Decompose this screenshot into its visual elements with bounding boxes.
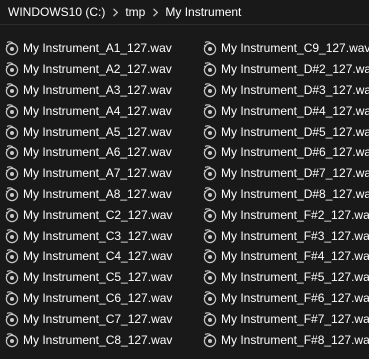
audio-file-icon [202,311,218,327]
audio-file-icon [202,82,218,98]
file-item[interactable]: My Instrument_D#2_127.wav [202,59,369,80]
breadcrumb-drive[interactable]: WINDOWS10 (C:) [4,2,109,23]
audio-file-icon [202,61,218,77]
audio-file-icon [202,248,218,264]
file-name: My Instrument_A3_127.wav [23,82,172,97]
audio-file-icon [202,228,218,244]
audio-file-icon [4,269,20,285]
audio-file-icon [4,61,20,77]
file-name: My Instrument_A1_127.wav [23,41,172,56]
file-item[interactable]: My Instrument_F#5_127.wav [202,267,369,288]
audio-file-icon [202,332,218,348]
file-item[interactable]: My Instrument_C2_127.wav [4,204,172,225]
file-name: My Instrument_D#2_127.wav [221,62,369,77]
file-name: My Instrument_C8_127.wav [23,332,173,347]
audio-file-icon [4,40,20,56]
file-item[interactable]: My Instrument_A8_127.wav [4,184,172,205]
file-item[interactable]: My Instrument_A5_127.wav [4,121,172,142]
file-item[interactable]: My Instrument_F#6_127.wav [202,288,369,309]
audio-file-icon [202,103,218,119]
file-item[interactable]: My Instrument_C7_127.wav [4,308,172,329]
file-name: My Instrument_A6_127.wav [23,145,172,160]
breadcrumb-tmp[interactable]: tmp [121,2,149,23]
file-item[interactable]: My Instrument_F#7_127.wav [202,308,369,329]
audio-file-icon [4,82,20,98]
file-item[interactable]: My Instrument_A2_127.wav [4,59,172,80]
file-item[interactable]: My Instrument_D#3_127.wav [202,80,369,101]
file-name: My Instrument_C2_127.wav [23,207,173,222]
breadcrumb-current-folder[interactable]: My Instrument [161,2,245,23]
file-item[interactable]: My Instrument_D#7_127.wav [202,163,369,184]
audio-file-icon [202,290,218,306]
file-item[interactable]: My Instrument_D#6_127.wav [202,142,369,163]
file-name: My Instrument_F#5_127.wav [221,270,369,285]
file-item[interactable]: My Instrument_F#8_127.wav [202,329,369,350]
file-item[interactable]: My Instrument_C9_127.wav [202,38,369,59]
file-name: My Instrument_A8_127.wav [23,186,172,201]
file-name: My Instrument_A4_127.wav [23,103,172,118]
file-item[interactable]: My Instrument_C3_127.wav [4,225,172,246]
file-name: My Instrument_C7_127.wav [23,311,173,326]
chevron-right-icon[interactable] [149,2,161,23]
file-name: My Instrument_D#5_127.wav [221,124,369,139]
file-name: My Instrument_F#7_127.wav [221,311,369,326]
file-name: My Instrument_D#8_127.wav [221,186,369,201]
file-column: My Instrument_C9_127.wav My Instrument_D#… [202,38,369,350]
address-bar: WINDOWS10 (C:) tmp My Instrument [0,0,369,25]
file-item[interactable]: My Instrument_F#3_127.wav [202,225,369,246]
file-name: My Instrument_F#4_127.wav [221,249,369,264]
audio-file-icon [4,165,20,181]
file-name: My Instrument_D#3_127.wav [221,82,369,97]
audio-file-icon [4,248,20,264]
file-list-view: My Instrument_A1_127.wav My Instrument_A2… [0,26,369,359]
audio-file-icon [4,124,20,140]
file-name: My Instrument_C9_127.wav [221,41,369,56]
file-name: My Instrument_A2_127.wav [23,62,172,77]
audio-file-icon [4,290,20,306]
audio-file-icon [4,103,20,119]
audio-file-icon [202,40,218,56]
audio-file-icon [4,207,20,223]
audio-file-icon [4,228,20,244]
file-item[interactable]: My Instrument_A7_127.wav [4,163,172,184]
file-item[interactable]: My Instrument_A1_127.wav [4,38,172,59]
file-name: My Instrument_A7_127.wav [23,166,172,181]
file-item[interactable]: My Instrument_F#4_127.wav [202,246,369,267]
file-name: My Instrument_F#8_127.wav [221,332,369,347]
audio-file-icon [202,186,218,202]
file-column: My Instrument_A1_127.wav My Instrument_A2… [4,38,172,350]
file-name: My Instrument_C3_127.wav [23,228,173,243]
file-name: My Instrument_D#7_127.wav [221,166,369,181]
audio-file-icon [202,207,218,223]
audio-file-icon [4,332,20,348]
file-name: My Instrument_C5_127.wav [23,270,173,285]
file-item[interactable]: My Instrument_D#4_127.wav [202,100,369,121]
audio-file-icon [202,165,218,181]
file-item[interactable]: My Instrument_C5_127.wav [4,267,172,288]
file-item[interactable]: My Instrument_A4_127.wav [4,100,172,121]
audio-file-icon [4,311,20,327]
file-item[interactable]: My Instrument_F#2_127.wav [202,204,369,225]
file-item[interactable]: My Instrument_C6_127.wav [4,288,172,309]
file-item[interactable]: My Instrument_A3_127.wav [4,80,172,101]
audio-file-icon [4,144,20,160]
file-name: My Instrument_D#4_127.wav [221,103,369,118]
file-name: My Instrument_C4_127.wav [23,249,173,264]
audio-file-icon [202,144,218,160]
chevron-right-icon[interactable] [109,2,121,23]
file-item[interactable]: My Instrument_A6_127.wav [4,142,172,163]
file-name: My Instrument_A5_127.wav [23,124,172,139]
audio-file-icon [202,124,218,140]
file-name: My Instrument_F#6_127.wav [221,290,369,305]
file-name: My Instrument_F#2_127.wav [221,207,369,222]
file-name: My Instrument_D#6_127.wav [221,145,369,160]
file-item[interactable]: My Instrument_C4_127.wav [4,246,172,267]
audio-file-icon [202,269,218,285]
audio-file-icon [4,186,20,202]
file-item[interactable]: My Instrument_D#5_127.wav [202,121,369,142]
file-name: My Instrument_C6_127.wav [23,290,173,305]
file-name: My Instrument_F#3_127.wav [221,228,369,243]
file-item[interactable]: My Instrument_C8_127.wav [4,329,172,350]
file-item[interactable]: My Instrument_D#8_127.wav [202,184,369,205]
